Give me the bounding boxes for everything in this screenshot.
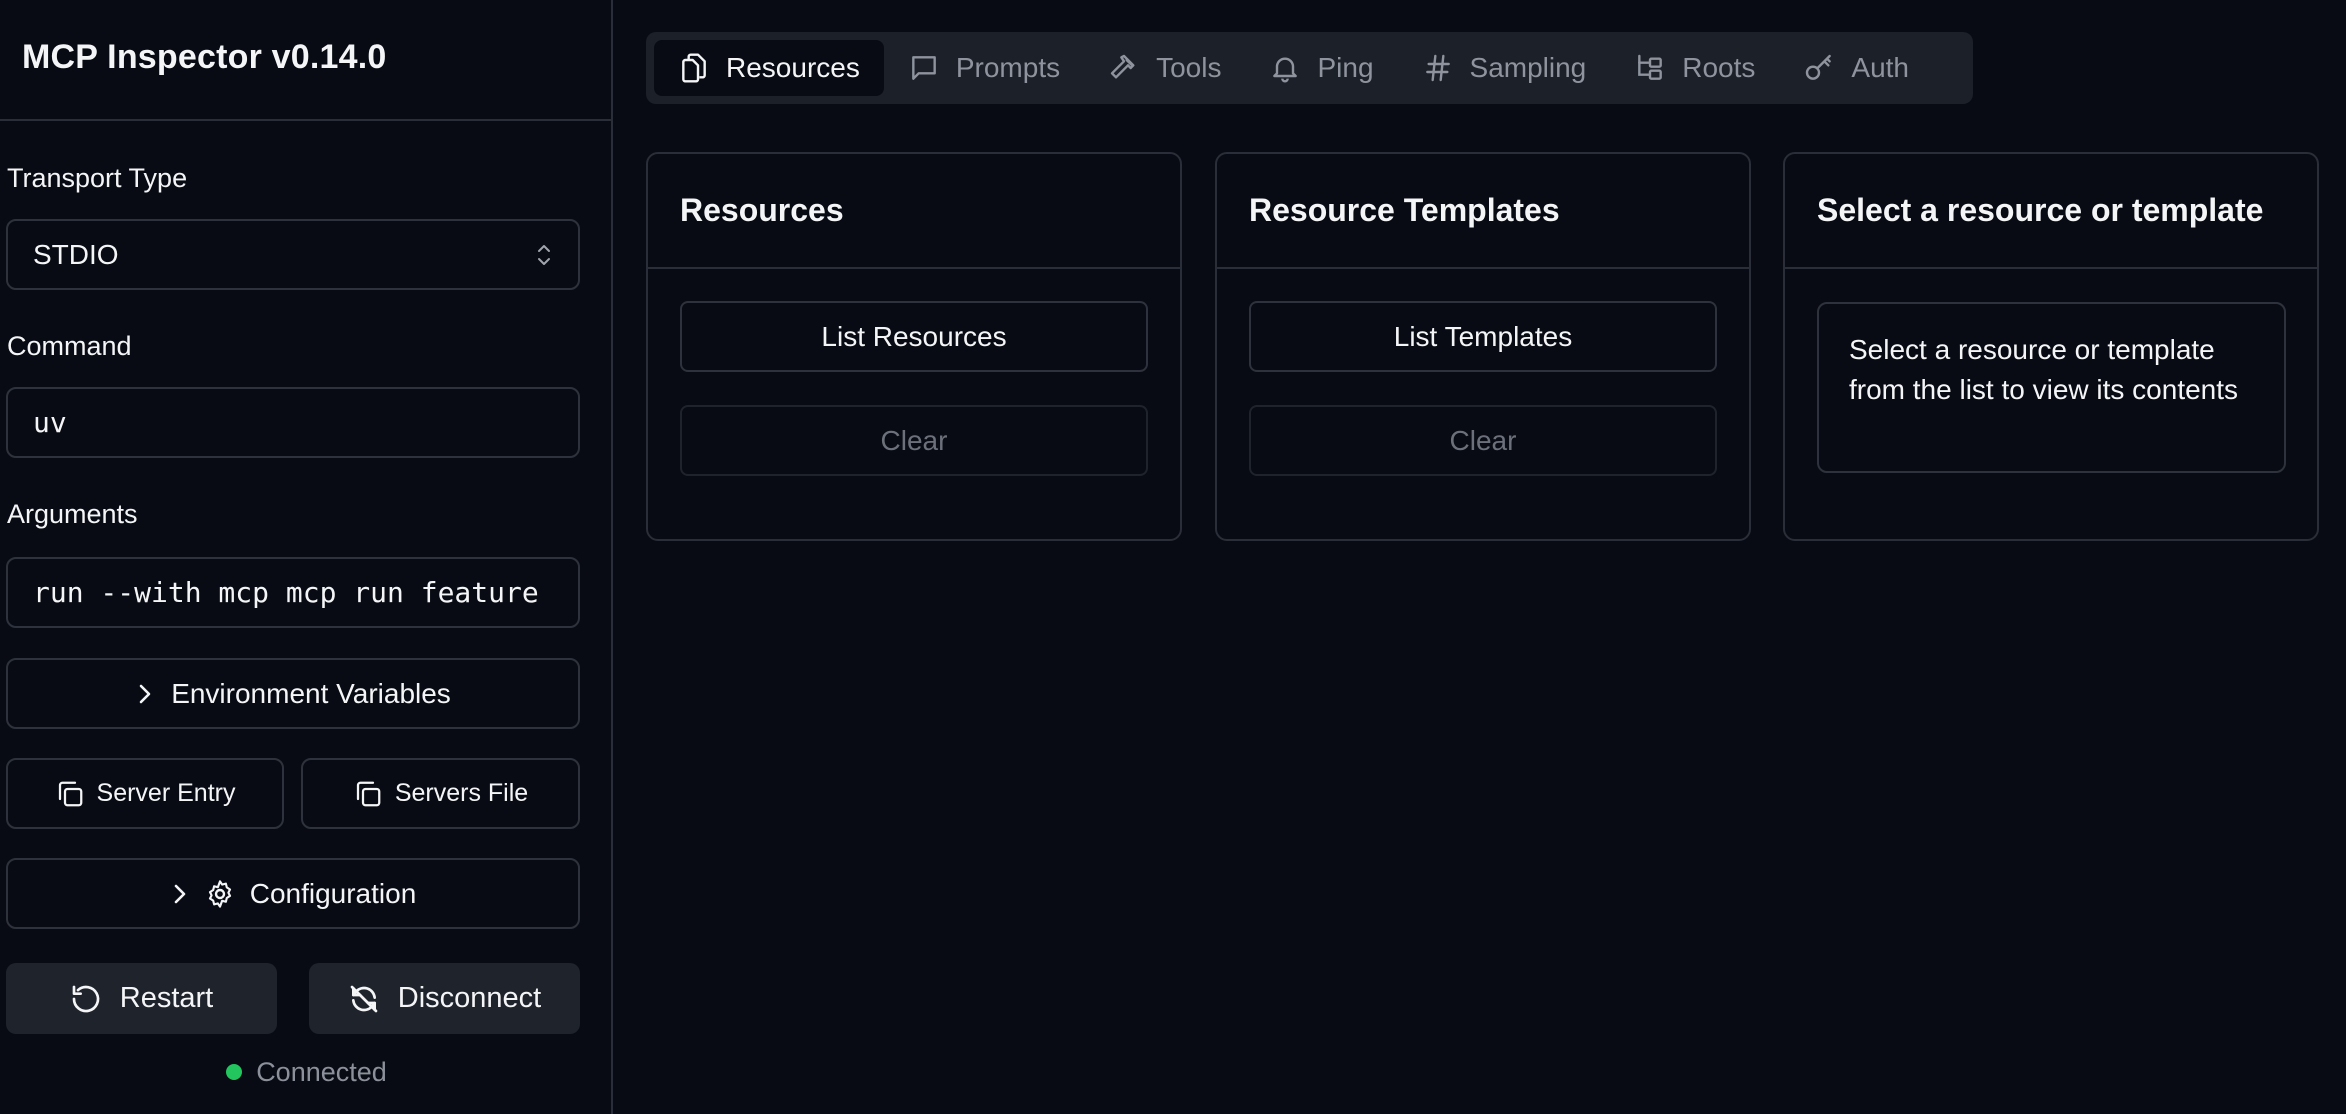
- files-icon: [682, 53, 706, 83]
- arguments-label: Arguments: [7, 499, 138, 529]
- list-resources-button[interactable]: List Resources: [680, 301, 1148, 372]
- status-dot-icon: [226, 1064, 243, 1080]
- tab-label: Resources: [726, 52, 860, 83]
- bell-icon: [1273, 57, 1298, 83]
- resource-templates-card-title: Resource Templates: [1217, 154, 1749, 269]
- resource-detail-card-title: Select a resource or template: [1785, 154, 2317, 269]
- sidebar-header: MCP Inspector v0.14.0: [0, 0, 611, 121]
- resources-card-title: Resources: [648, 154, 1180, 269]
- app-root: MCP Inspector v0.14.0 Transport Type STD…: [0, 0, 2346, 1114]
- server-entry-button[interactable]: Server Entry: [6, 758, 284, 829]
- tab-label: Auth: [1851, 52, 1910, 83]
- tab-roots[interactable]: Roots: [1610, 40, 1779, 96]
- servers-file-label: Servers File: [394, 779, 529, 807]
- rotate-ccw-icon: [72, 985, 100, 1012]
- command-input[interactable]: uv: [6, 387, 580, 458]
- command-label: Command: [7, 331, 132, 361]
- tab-ping[interactable]: Ping: [1245, 40, 1397, 96]
- clear-templates-button[interactable]: Clear: [1249, 405, 1717, 476]
- key-icon: [1806, 54, 1832, 80]
- resource-detail-placeholder: Select a resource or template from the l…: [1817, 302, 2286, 473]
- transport-type-label: Transport Type: [7, 163, 188, 193]
- restart-button[interactable]: Restart: [6, 963, 277, 1034]
- copy-icon: [356, 781, 381, 806]
- connection-status: Connected: [0, 1052, 613, 1092]
- copy-icon: [58, 781, 82, 806]
- hash-icon: [1425, 54, 1450, 82]
- app-title: MCP Inspector v0.14.0: [22, 38, 387, 76]
- tab-tools[interactable]: Tools: [1084, 40, 1245, 96]
- hammer-icon: [1110, 54, 1135, 79]
- resources-card: Resources List Resources Clear: [646, 152, 1182, 541]
- tab-sampling[interactable]: Sampling: [1398, 40, 1611, 96]
- list-templates-button[interactable]: List Templates: [1249, 301, 1717, 372]
- transport-type-value: STDIO: [33, 238, 119, 270]
- chevron-right-icon: [139, 684, 151, 703]
- resource-templates-card: Resource Templates List Templates Clear: [1215, 152, 1751, 541]
- disconnect-label: Disconnect: [397, 982, 542, 1014]
- folder-tree-icon: [1638, 54, 1663, 80]
- tab-label: Ping: [1317, 52, 1374, 83]
- tab-label: Tools: [1156, 52, 1222, 83]
- tab-auth[interactable]: Auth: [1779, 40, 1933, 96]
- sidebar: MCP Inspector v0.14.0 Transport Type STD…: [0, 0, 613, 1114]
- tab-bar: Resources Prompts Tools Ping Sampling Ro…: [646, 32, 1973, 104]
- clear-resources-button[interactable]: Clear: [680, 405, 1148, 476]
- arguments-input[interactable]: run --with mcp mcp run feature: [6, 557, 580, 628]
- tab-label: Sampling: [1469, 52, 1587, 83]
- servers-file-button[interactable]: Servers File: [301, 758, 580, 829]
- tab-label: Roots: [1682, 52, 1756, 83]
- environment-variables-label: Environment Variables: [171, 677, 451, 709]
- chevron-up-down-icon: [538, 244, 550, 265]
- restart-label: Restart: [119, 982, 214, 1014]
- tab-label: Prompts: [955, 52, 1061, 83]
- refresh-off-icon: [350, 985, 378, 1012]
- gear-icon: [208, 879, 231, 908]
- resource-detail-card: Select a resource or template Select a r…: [1783, 152, 2319, 541]
- tab-resources[interactable]: Resources: [654, 40, 884, 96]
- configuration-label: Configuration: [249, 877, 417, 909]
- chevron-right-icon: [174, 884, 186, 903]
- disconnect-button[interactable]: Disconnect: [309, 963, 580, 1034]
- transport-type-select[interactable]: STDIO: [6, 219, 580, 290]
- environment-variables-button[interactable]: Environment Variables: [6, 658, 580, 729]
- server-entry-label: Server Entry: [96, 779, 236, 807]
- connection-status-text: Connected: [256, 1056, 387, 1087]
- configuration-button[interactable]: Configuration: [6, 858, 580, 929]
- message-square-icon: [911, 56, 936, 80]
- tab-prompts[interactable]: Prompts: [884, 40, 1084, 96]
